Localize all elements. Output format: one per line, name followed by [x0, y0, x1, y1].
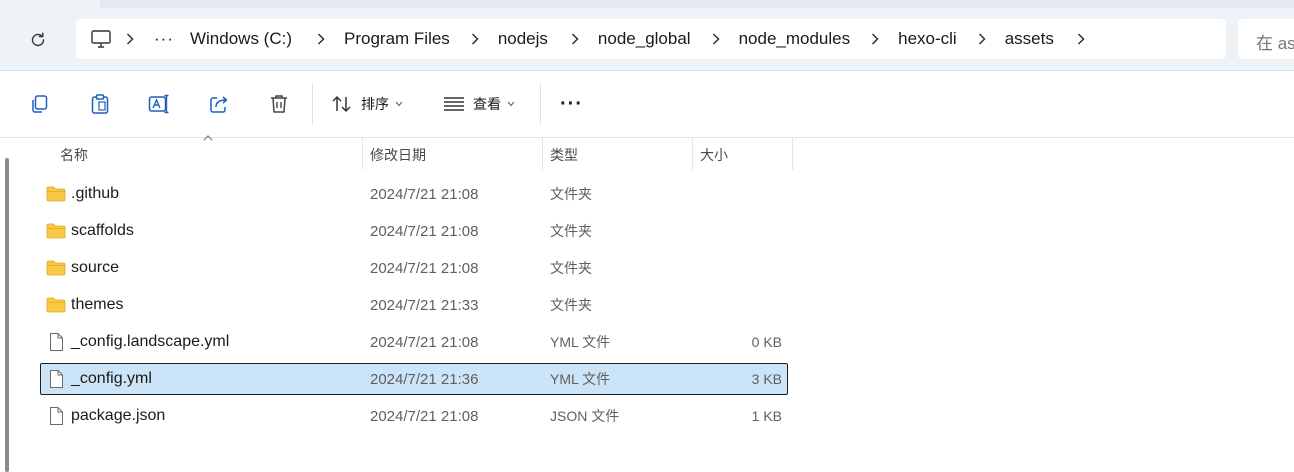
file-date: 2024/7/21 21:08 [370, 259, 479, 277]
command-bar: 排序 查看 ··· [0, 71, 1294, 137]
divider [540, 83, 541, 125]
file-icon [50, 370, 63, 388]
file-type: 文件夹 [550, 186, 592, 202]
column-divider[interactable] [542, 138, 543, 170]
refresh-icon [31, 32, 45, 47]
file-type: JSON 文件 [550, 408, 620, 424]
trash-icon [271, 95, 287, 113]
this-pc-button[interactable] [91, 28, 113, 50]
monitor-icon [91, 30, 111, 48]
view-button[interactable]: 查看 [443, 91, 515, 117]
breadcrumb-assets[interactable]: assets [1005, 29, 1054, 49]
breadcrumb-windows-c[interactable]: Windows (C:) [190, 29, 292, 49]
view-label: 查看 [473, 96, 501, 112]
file-date: 2024/7/21 21:08 [370, 222, 479, 240]
more-options-button[interactable]: ··· [560, 91, 583, 117]
more-icon: ··· [560, 92, 583, 115]
chevron-right-icon[interactable] [123, 33, 137, 45]
chevron-right-icon[interactable] [975, 33, 989, 45]
column-divider[interactable] [692, 138, 693, 170]
file-row-config-yml-selected[interactable]: _config.yml 2024/7/21 21:36 YML 文件 3 KB [40, 363, 788, 395]
copy-button[interactable] [28, 92, 52, 116]
folder-icon [46, 223, 66, 239]
breadcrumb-hexo-cli[interactable]: hexo-cli [898, 29, 957, 49]
file-size: 0 KB [751, 334, 782, 350]
file-type: 文件夹 [550, 297, 592, 313]
file-date: 2024/7/21 21:08 [370, 333, 479, 351]
sort-button[interactable]: 排序 [331, 91, 403, 117]
column-header-type[interactable]: 类型 [550, 138, 578, 172]
file-name: .github [71, 185, 120, 202]
rename-button[interactable] [147, 92, 171, 116]
breadcrumb-node-modules[interactable]: node_modules [739, 29, 851, 49]
file-name: _config.yml [71, 370, 152, 387]
file-date: 2024/7/21 21:36 [370, 370, 479, 388]
rename-icon [148, 94, 169, 114]
share-icon [210, 96, 228, 113]
file-date: 2024/7/21 21:33 [370, 296, 479, 314]
view-icon [444, 97, 464, 111]
column-divider[interactable] [792, 138, 793, 170]
file-row-package-json[interactable]: package.json 2024/7/21 21:08 JSON 文件 1 K… [40, 400, 788, 432]
search-placeholder: 在 as [1256, 34, 1294, 53]
file-name: scaffolds [71, 222, 134, 239]
divider [312, 83, 313, 125]
folder-icon [46, 260, 66, 276]
column-divider[interactable] [362, 138, 363, 170]
file-name: themes [71, 296, 124, 313]
folder-icon [46, 186, 66, 202]
chevron-down-icon [507, 99, 515, 110]
column-header-name[interactable]: 名称 [60, 138, 88, 172]
file-row-source[interactable]: source 2024/7/21 21:08 文件夹 [40, 252, 788, 284]
chevron-right-icon[interactable] [1074, 33, 1088, 45]
search-box[interactable]: 在 as [1238, 19, 1294, 59]
copy-icon [32, 95, 48, 113]
paste-button[interactable] [88, 92, 112, 116]
breadcrumb-program-files[interactable]: Program Files [344, 29, 450, 49]
file-name: package.json [71, 407, 166, 424]
chevron-right-icon[interactable] [568, 33, 582, 45]
breadcrumb-nodejs[interactable]: nodejs [498, 29, 548, 49]
sort-ascending-indicator-icon [203, 135, 213, 141]
folder-icon [46, 297, 66, 313]
divider [0, 137, 1294, 138]
chevron-right-icon[interactable] [468, 33, 482, 45]
file-type: 文件夹 [550, 260, 592, 276]
column-header-date[interactable]: 修改日期 [370, 138, 426, 172]
file-date: 2024/7/21 21:08 [370, 407, 479, 425]
tab-strip [100, 0, 1294, 8]
file-type: YML 文件 [550, 371, 611, 387]
sort-label: 排序 [361, 96, 389, 112]
file-icon [50, 407, 63, 425]
sort-icon [332, 96, 351, 112]
file-size: 1 KB [751, 408, 782, 424]
vertical-scrollbar[interactable] [5, 158, 9, 472]
chevron-right-icon[interactable] [868, 33, 882, 45]
share-button[interactable] [207, 92, 231, 116]
chevron-down-icon [395, 99, 403, 110]
file-row-scaffolds[interactable]: scaffolds 2024/7/21 21:08 文件夹 [40, 215, 788, 247]
file-type: YML 文件 [550, 334, 611, 350]
delete-button[interactable] [267, 92, 291, 116]
chevron-right-icon[interactable] [314, 33, 328, 45]
file-row-github[interactable]: .github 2024/7/21 21:08 文件夹 [40, 178, 788, 210]
chevron-right-icon[interactable] [709, 33, 723, 45]
file-type: 文件夹 [550, 223, 592, 239]
paste-icon [91, 94, 109, 114]
column-header-size[interactable]: 大小 [700, 138, 728, 172]
file-date: 2024/7/21 21:08 [370, 185, 479, 203]
breadcrumb-ellipsis[interactable]: ··· [154, 29, 174, 49]
file-icon [50, 333, 63, 351]
file-name: _config.landscape.yml [71, 333, 230, 350]
refresh-button[interactable] [24, 27, 52, 53]
breadcrumb-node-global[interactable]: node_global [598, 29, 691, 49]
file-name: source [71, 259, 120, 276]
address-bar[interactable]: ··· Windows (C:) Program Files nodejs no… [76, 19, 1226, 59]
file-row-config-landscape[interactable]: _config.landscape.yml 2024/7/21 21:08 YM… [40, 326, 788, 358]
file-size: 3 KB [751, 371, 782, 387]
file-row-themes[interactable]: themes 2024/7/21 21:33 文件夹 [40, 289, 788, 321]
